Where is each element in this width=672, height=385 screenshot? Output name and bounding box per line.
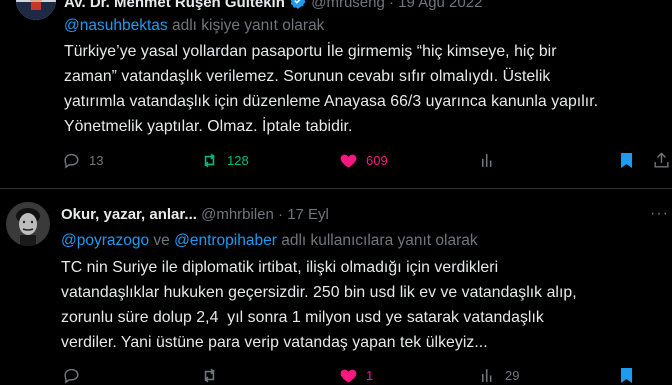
reply-icon xyxy=(64,153,79,169)
reply-suffix: adlı kişiye yanıt olarak xyxy=(167,17,325,34)
reply-button[interactable]: 13 xyxy=(62,151,103,170)
heart-icon xyxy=(340,369,357,383)
retweet-icon xyxy=(204,368,215,383)
tweet-2[interactable]: Okur, yazar, anlar... @mhrbilen · 17 Eyl… xyxy=(0,189,672,384)
mention-link[interactable]: @entropihaber xyxy=(174,232,277,249)
bookmark-icon xyxy=(620,367,633,384)
views-icon xyxy=(481,154,492,167)
tweet-body: TC nin Suriye ile diplomatik irtibat, il… xyxy=(61,255,577,355)
views-count: 29 xyxy=(505,368,520,383)
body-line: verdiler. Yani üstüne para verip vatanda… xyxy=(61,334,488,351)
reply-context: @poyrazogo ve @entropihaber adlı kullanı… xyxy=(61,231,478,251)
avatar-image xyxy=(6,202,50,246)
author-name[interactable]: Okur, yazar, anlar... xyxy=(61,206,197,223)
tweet-1-header: Av. Dr. Mehmet Ruşen Gültekin @mruseng ·… xyxy=(64,0,482,13)
body-line: zorunlu süre dolup 2,4 yıl sonra 1 milyo… xyxy=(61,309,544,326)
body-line: zaman” vatandaşlık verilemez. Sorunun ce… xyxy=(64,68,551,85)
share-icon xyxy=(654,152,669,168)
avatar-tweet-1[interactable] xyxy=(16,0,56,20)
dot-separator: · xyxy=(278,206,284,223)
share-button[interactable] xyxy=(652,151,672,170)
mention-link[interactable]: @nasuhbektas xyxy=(64,17,168,34)
tweet-date[interactable]: 17 Eyl xyxy=(287,206,329,223)
body-line: vatandaşlıklar hukuken geçersizdir. 250 … xyxy=(61,284,577,301)
bookmark-button[interactable] xyxy=(617,366,644,385)
author-handle[interactable]: @mruseng xyxy=(311,0,385,11)
body-line: Yönetmelik yaptılar. Olmaz. İptale tabid… xyxy=(64,118,353,135)
reply-context: @nasuhbektas adlı kişiye yanıt olarak xyxy=(64,16,324,36)
bookmark-icon xyxy=(620,152,633,169)
retweet-count: 128 xyxy=(227,153,249,168)
tweet-1[interactable]: Av. Dr. Mehmet Ruşen Gültekin @mruseng ·… xyxy=(0,0,672,188)
body-line: Türkiye’ye yasal yollardan pasaportu İle… xyxy=(64,43,557,60)
bookmark-button[interactable] xyxy=(617,151,644,170)
avatar-image xyxy=(16,0,56,20)
more-icon[interactable]: ··· xyxy=(650,205,669,223)
heart-icon xyxy=(340,154,357,168)
reply-suffix: adlı kullanıcılara yanıt olarak xyxy=(276,232,478,249)
retweet-button[interactable] xyxy=(200,366,227,385)
like-count: 609 xyxy=(366,153,388,168)
reply-count: 13 xyxy=(89,153,104,168)
retweet-icon xyxy=(204,153,215,168)
views-icon xyxy=(481,369,492,382)
author-handle[interactable]: @mhrbilen xyxy=(201,206,274,223)
reply-joiner: ve xyxy=(149,232,175,249)
verified-badge-icon xyxy=(290,0,306,9)
tweet-date[interactable]: 19 Ağu 2022 xyxy=(398,0,482,11)
mention-link[interactable]: @poyrazogo xyxy=(61,232,149,249)
retweet-button[interactable]: 128 xyxy=(200,151,249,170)
body-line: TC nin Suriye ile diplomatik irtibat, il… xyxy=(61,259,499,276)
like-button[interactable]: 609 xyxy=(339,151,388,170)
avatar-tweet-2[interactable] xyxy=(6,202,50,246)
like-button[interactable]: 1 xyxy=(339,366,373,385)
views-button[interactable]: 29 xyxy=(478,366,519,385)
like-count: 1 xyxy=(366,368,374,383)
reply-icon xyxy=(64,368,79,384)
views-button[interactable] xyxy=(478,151,505,170)
body-line: yatırımla vatandaşlık için düzenleme Ana… xyxy=(64,93,599,110)
dot-separator: · xyxy=(389,0,394,11)
reply-button[interactable] xyxy=(62,366,89,385)
tweet-body: Türkiye’ye yasal yollardan pasaportu İle… xyxy=(64,39,598,139)
tweet-2-header: Okur, yazar, anlar... @mhrbilen · 17 Eyl xyxy=(61,205,329,225)
author-name[interactable]: Av. Dr. Mehmet Ruşen Gültekin xyxy=(64,0,285,11)
